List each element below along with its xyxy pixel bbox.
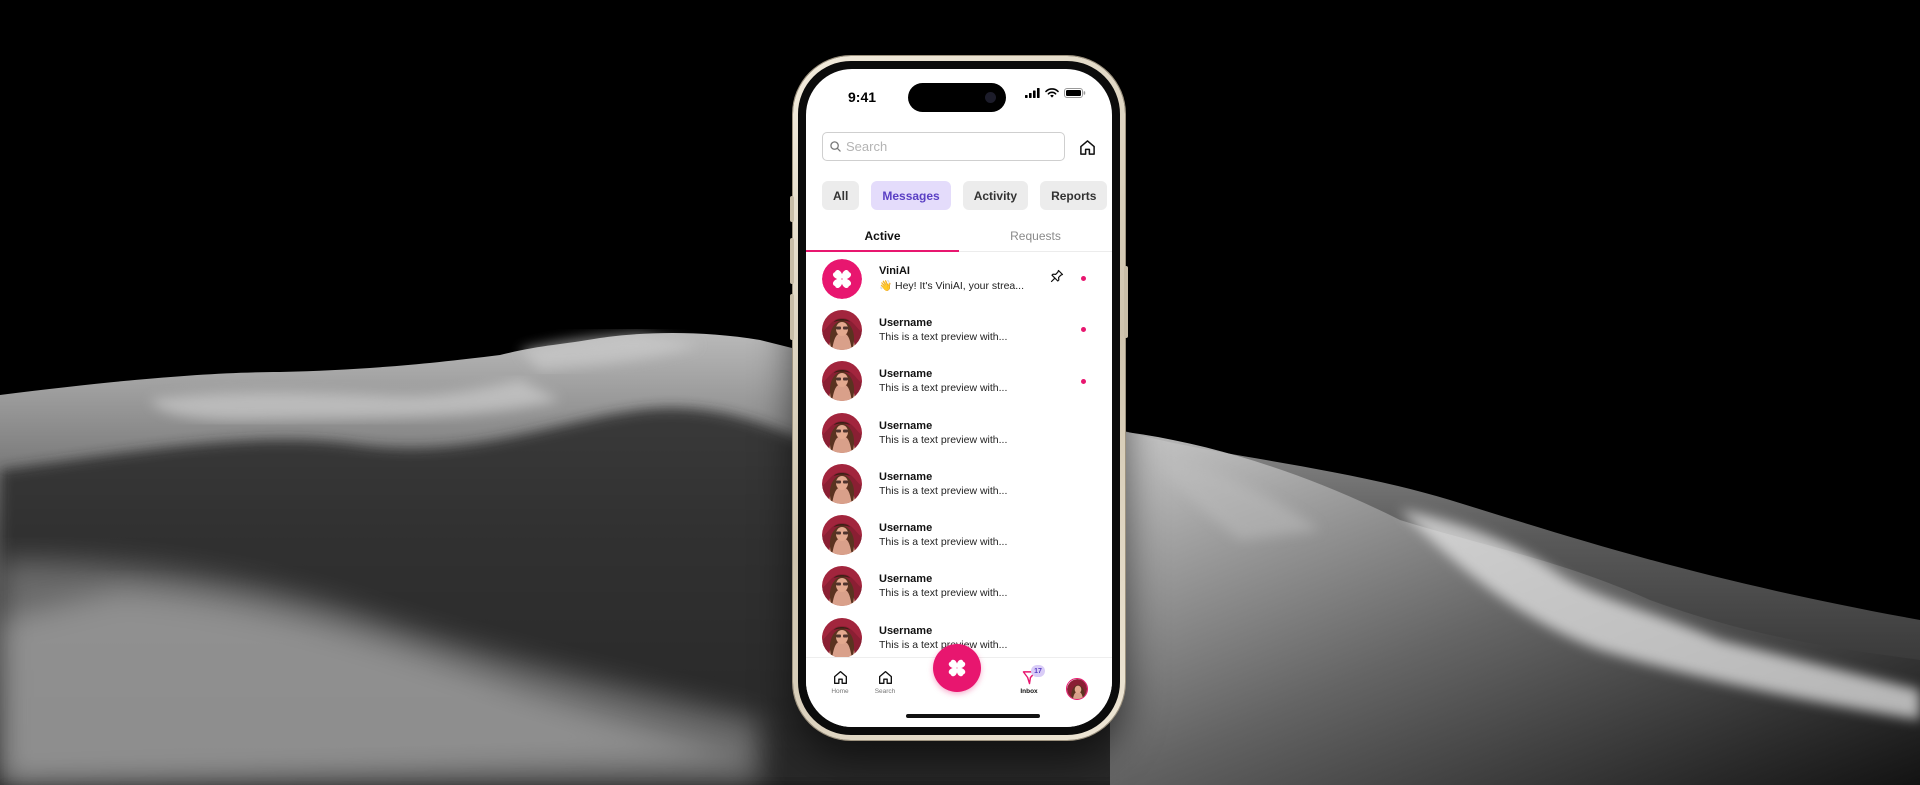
user-photo-icon [822,566,862,607]
tab-active[interactable]: Active [806,221,959,252]
user-photo-icon [822,361,862,402]
unread-dot [1081,327,1086,333]
phone-side-button [790,196,794,222]
chat-name: Username [879,624,933,637]
chat-name: Username [879,522,933,535]
chat-text: ViniAI 👋 Hey! It's ViniAI, your strea... [879,265,1024,292]
battery-icon [1064,88,1086,98]
filter-chips: All Messages Activity Reports [822,181,1108,210]
chat-name: ViniAI [879,265,910,278]
chat-text: Username This is a text preview with... [879,471,1007,497]
chat-preview: This is a text preview with... [879,484,1008,497]
chat-row[interactable]: Username This is a text preview with... [806,356,1112,407]
phone-screen: 9:41 Search All Messages Activity Report… [806,69,1112,727]
dynamic-island [908,83,1006,112]
clover-icon [948,659,966,677]
user-photo-icon [822,515,862,556]
pin-icon[interactable] [1050,269,1064,283]
filter-chip-activity[interactable]: Activity [962,181,1029,210]
nav-home-label: Home [831,688,849,695]
chat-name: Username [879,573,933,586]
user-avatar [822,617,862,658]
inbox-badge: 17 [1031,665,1045,677]
viniai-avatar [822,258,862,299]
chat-text: Username This is a text preview with... [879,368,1007,394]
chat-text: Username This is a text preview with... [879,522,1007,548]
filter-chip-messages[interactable]: Messages [871,181,951,210]
status-bar: 9:41 [806,69,1112,113]
user-avatar [822,566,862,607]
home-indicator[interactable] [906,714,1040,718]
camera-icon [985,92,996,103]
nav-search[interactable]: Search [865,670,905,695]
phone-volume-down [790,294,794,340]
user-photo-icon [822,463,862,504]
chat-preview: This is a text preview with... [879,330,1008,343]
chat-name: Username [879,316,933,329]
nav-search-label: Search [874,688,896,695]
create-button[interactable] [933,644,981,692]
search-icon [830,141,841,152]
user-photo-icon [822,309,862,350]
signal-icon [1025,88,1040,98]
phone-bezel: 9:41 Search All Messages Activity Report… [798,61,1120,735]
phone-power-button [1124,266,1128,338]
phone-mockup: 9:41 Search All Messages Activity Report… [790,56,1128,740]
chat-text: Username This is a text preview with... [879,420,1007,446]
unread-dot [1081,378,1086,384]
nav-home[interactable]: Home [820,670,860,695]
profile-avatar[interactable] [1066,678,1088,700]
nav-inbox-label: Inbox [1020,688,1038,695]
user-avatar [822,515,862,556]
chat-name: Username [879,419,933,432]
chat-preview: 👋 Hey! It's ViniAI, your strea... [879,280,1025,293]
user-avatar [822,463,862,504]
chat-text: Username This is a text preview with... [879,573,1007,599]
user-photo-icon [822,617,862,658]
filter-chip-reports[interactable]: Reports [1040,181,1108,210]
user-avatar [822,309,862,350]
chat-name: Username [879,470,933,483]
bottom-navigation: Home Search 17 Inbox [806,644,1112,727]
chat-text: Username This is a text preview with... [879,317,1007,343]
chat-row[interactable]: Username This is a text preview with... [806,304,1112,355]
home-button[interactable] [1075,135,1099,159]
unread-dot [1081,276,1086,281]
filter-chip-all[interactable]: All [822,181,860,210]
clover-icon [822,258,862,299]
chat-preview: This is a text preview with... [879,536,1008,549]
user-avatar [822,361,862,402]
chat-row[interactable]: Username This is a text preview with... [806,458,1112,509]
user-avatar [822,412,862,453]
home-icon [878,671,892,684]
chat-name: Username [879,368,933,381]
home-icon [833,671,847,684]
status-icons [1025,88,1086,98]
tab-requests[interactable]: Requests [959,221,1112,251]
chat-preview: This is a text preview with... [879,382,1008,395]
chat-row[interactable]: Username This is a text preview with... [806,407,1112,458]
chat-row[interactable]: Username This is a text preview with... [806,509,1112,560]
user-photo-icon [1067,679,1087,699]
wifi-icon [1045,88,1059,98]
chat-preview: This is a text preview with... [879,587,1008,600]
search-field[interactable] [822,132,1065,161]
chat-preview: This is a text preview with... [879,433,1008,446]
chat-row-viniai[interactable]: ViniAI 👋 Hey! It's ViniAI, your strea... [806,253,1112,304]
nav-inbox[interactable]: 17 Inbox [1009,665,1049,695]
phone-volume-up [790,238,794,284]
user-photo-icon [822,412,862,453]
search-input[interactable] [846,139,1046,154]
chat-row[interactable]: Username This is a text preview with... [806,561,1112,612]
home-icon [1079,139,1095,155]
status-time: 9:41 [848,89,877,105]
inbox-tabs: Active Requests [806,221,1112,252]
